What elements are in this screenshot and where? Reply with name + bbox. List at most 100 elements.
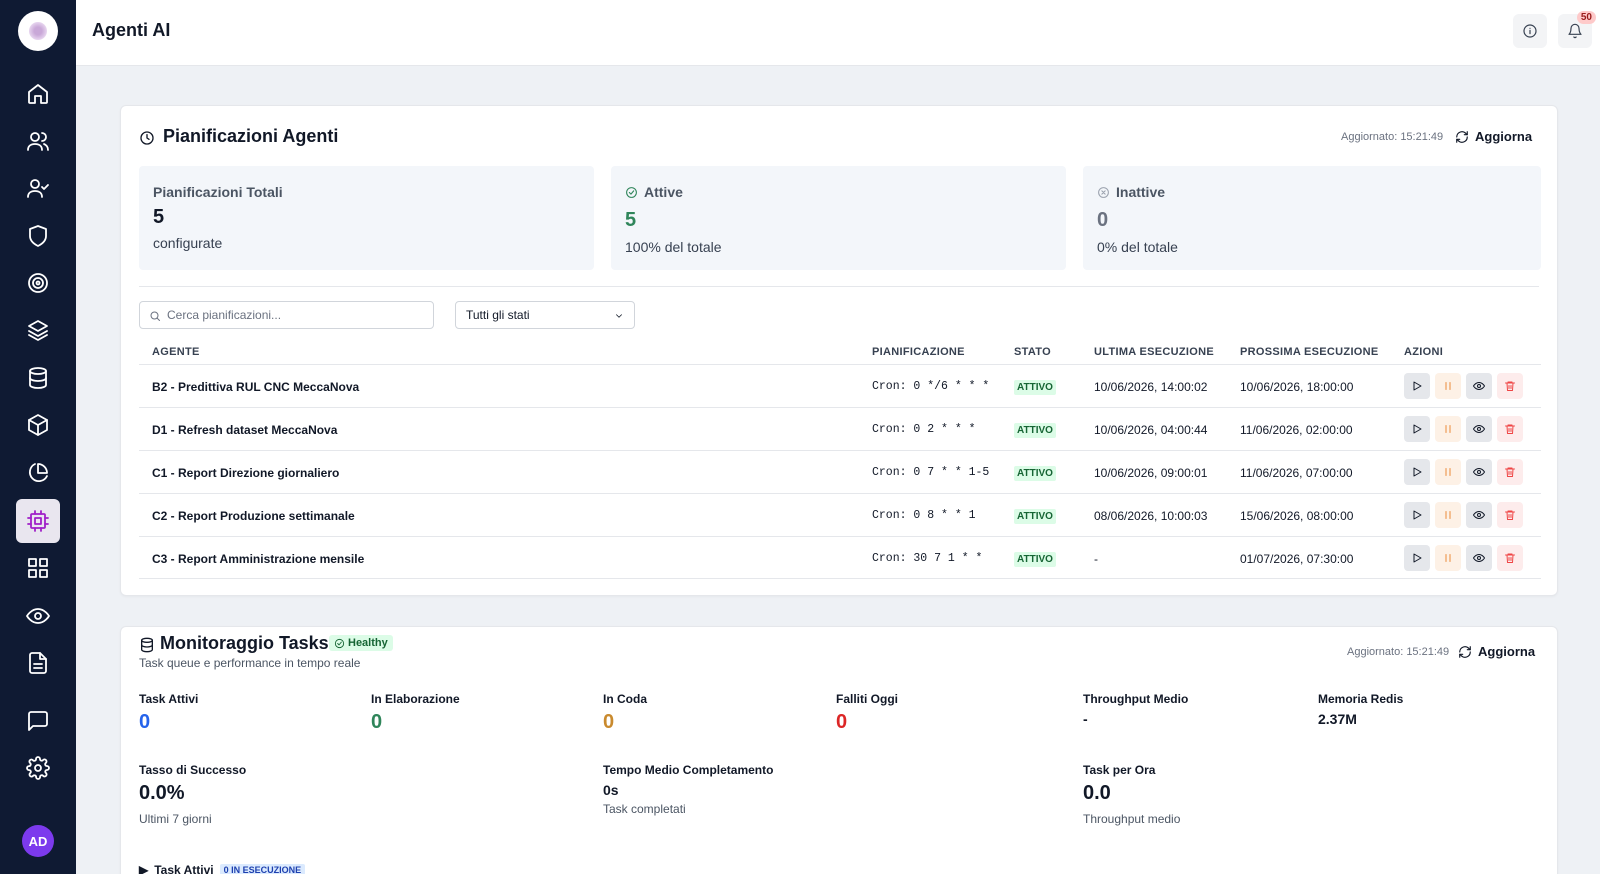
view-button[interactable]: [1466, 373, 1492, 399]
refresh-icon: [1459, 645, 1471, 658]
sidebar: AD: [0, 0, 76, 874]
sidebar-item-monitoring[interactable]: [16, 594, 60, 638]
sidebar-item-security[interactable]: [16, 214, 60, 258]
pause-button[interactable]: [1435, 416, 1461, 442]
trash-icon: [1505, 424, 1515, 434]
run-button[interactable]: [1404, 373, 1430, 399]
user-avatar[interactable]: AD: [22, 825, 54, 857]
metric-avg-time-label: Tempo Medio Completamento: [603, 763, 774, 777]
pause-button[interactable]: [1435, 545, 1461, 571]
refresh-label: Aggiorna: [1478, 644, 1536, 659]
trash-icon: [1505, 381, 1515, 391]
delete-button[interactable]: [1497, 416, 1523, 442]
stat-active-label-text: Attive: [644, 184, 683, 200]
stat-inactive: Inattive 0 0% del totale: [1083, 166, 1541, 270]
run-button[interactable]: [1404, 502, 1430, 528]
metric-queued-value: 0: [603, 711, 615, 733]
cell-last-run: 10/06/2026, 04:00:44: [1094, 423, 1208, 437]
notifications-button[interactable]: 50: [1558, 11, 1596, 48]
shield-icon: [29, 225, 47, 247]
run-button[interactable]: [1404, 459, 1430, 485]
info-button[interactable]: [1513, 14, 1547, 48]
status-badge: ATTIVO: [1014, 466, 1056, 481]
pause-icon: [1445, 382, 1451, 390]
view-button[interactable]: [1466, 545, 1492, 571]
sidebar-item-home[interactable]: [16, 72, 60, 116]
status-filter-select[interactable]: Tutti gli stati: [455, 301, 635, 329]
stat-active-value: 5: [625, 209, 637, 231]
view-button[interactable]: [1466, 459, 1492, 485]
view-button[interactable]: [1466, 502, 1492, 528]
search-input[interactable]: [167, 306, 427, 324]
metric-processing-value: 0: [371, 711, 383, 733]
health-badge-label: Healthy: [348, 637, 388, 649]
sidebar-item-users[interactable]: [16, 119, 60, 163]
metric-success-label: Tasso di Successo: [139, 763, 247, 777]
monitoring-refresh-button[interactable]: Aggiorna: [1458, 644, 1535, 659]
check-circle-icon: [626, 186, 637, 198]
metric-failed-label: Falliti Oggi: [836, 692, 898, 706]
play-icon: [1413, 510, 1422, 520]
metric-per-hour-value: 0.0: [1083, 782, 1111, 804]
cell-agent: C2 - Report Produzione settimanale: [152, 509, 355, 523]
cell-agent: C1 - Report Direzione giornaliero: [152, 466, 340, 480]
page-title: Agenti AI: [92, 20, 171, 40]
col-header-status: STATO: [1014, 346, 1051, 358]
play-icon: [1413, 424, 1422, 434]
stat-active-sub: 100% del totale: [625, 239, 722, 255]
active-tasks-toggle[interactable]: ▶ Task Attivi 0 IN ESECUZIONE: [139, 863, 306, 874]
cell-next-run: 10/06/2026, 18:00:00: [1240, 380, 1354, 394]
settings-icon: [26, 756, 50, 780]
cpu-icon: [27, 510, 49, 532]
sidebar-item-apps[interactable]: [16, 546, 60, 590]
cell-next-run: 15/06/2026, 08:00:00: [1240, 509, 1354, 523]
metric-throughput-label: Throughput Medio: [1083, 692, 1189, 706]
search-icon: [150, 311, 160, 321]
run-button[interactable]: [1404, 416, 1430, 442]
cell-schedule: Cron: 0 8 * * 1: [872, 509, 976, 522]
sidebar-item-analytics[interactable]: [16, 451, 60, 495]
cell-next-run: 01/07/2026, 07:30:00: [1240, 552, 1354, 566]
cell-agent: B2 - Predittiva RUL CNC MeccaNova: [152, 380, 360, 394]
home-icon: [28, 84, 48, 104]
metric-redis-label: Memoria Redis: [1318, 692, 1404, 706]
table-row: D1 - Refresh dataset MeccaNova Cron: 0 2…: [139, 407, 1541, 450]
run-button[interactable]: [1404, 545, 1430, 571]
sidebar-item-chat[interactable]: [16, 699, 60, 743]
sidebar-item-layers[interactable]: [16, 308, 60, 352]
view-button[interactable]: [1466, 416, 1492, 442]
sidebar-item-database[interactable]: [16, 356, 60, 400]
delete-button[interactable]: [1497, 502, 1523, 528]
metric-queued-label: In Coda: [603, 692, 647, 706]
database-icon: [29, 367, 47, 389]
metric-throughput-value: -: [1083, 711, 1088, 727]
health-badge: Healthy: [329, 635, 393, 651]
delete-button[interactable]: [1497, 545, 1523, 571]
users-icon: [27, 132, 49, 151]
pause-button[interactable]: [1435, 459, 1461, 485]
stat-inactive-label: Inattive: [1097, 184, 1165, 200]
top-header: Agenti AI 50: [76, 0, 1600, 66]
cell-next-run: 11/06/2026, 07:00:00: [1240, 466, 1353, 480]
sidebar-item-ai-agents[interactable]: [16, 499, 60, 543]
sidebar-item-user-check[interactable]: [16, 166, 60, 210]
sidebar-item-box[interactable]: [16, 403, 60, 447]
x-circle-icon: [1098, 186, 1109, 198]
sidebar-item-target[interactable]: [16, 261, 60, 305]
eye-icon: [1473, 511, 1485, 519]
sidebar-item-settings[interactable]: [16, 746, 60, 790]
col-header-last-run: ULTIMA ESECUZIONE: [1094, 346, 1214, 358]
play-icon: [1413, 381, 1422, 391]
active-tasks-label: Task Attivi: [154, 863, 214, 874]
delete-button[interactable]: [1497, 373, 1523, 399]
sidebar-item-documents[interactable]: [16, 641, 60, 685]
play-icon: [1413, 553, 1422, 563]
pause-button[interactable]: [1435, 373, 1461, 399]
schedules-card: Pianificazioni Agenti Aggiornato: 15:21:…: [120, 105, 1558, 596]
app-logo[interactable]: [18, 11, 58, 51]
pause-button[interactable]: [1435, 502, 1461, 528]
delete-button[interactable]: [1497, 459, 1523, 485]
schedules-refresh-button[interactable]: Aggiorna: [1455, 129, 1532, 144]
search-box[interactable]: [139, 301, 434, 329]
cell-agent: D1 - Refresh dataset MeccaNova: [152, 423, 338, 437]
